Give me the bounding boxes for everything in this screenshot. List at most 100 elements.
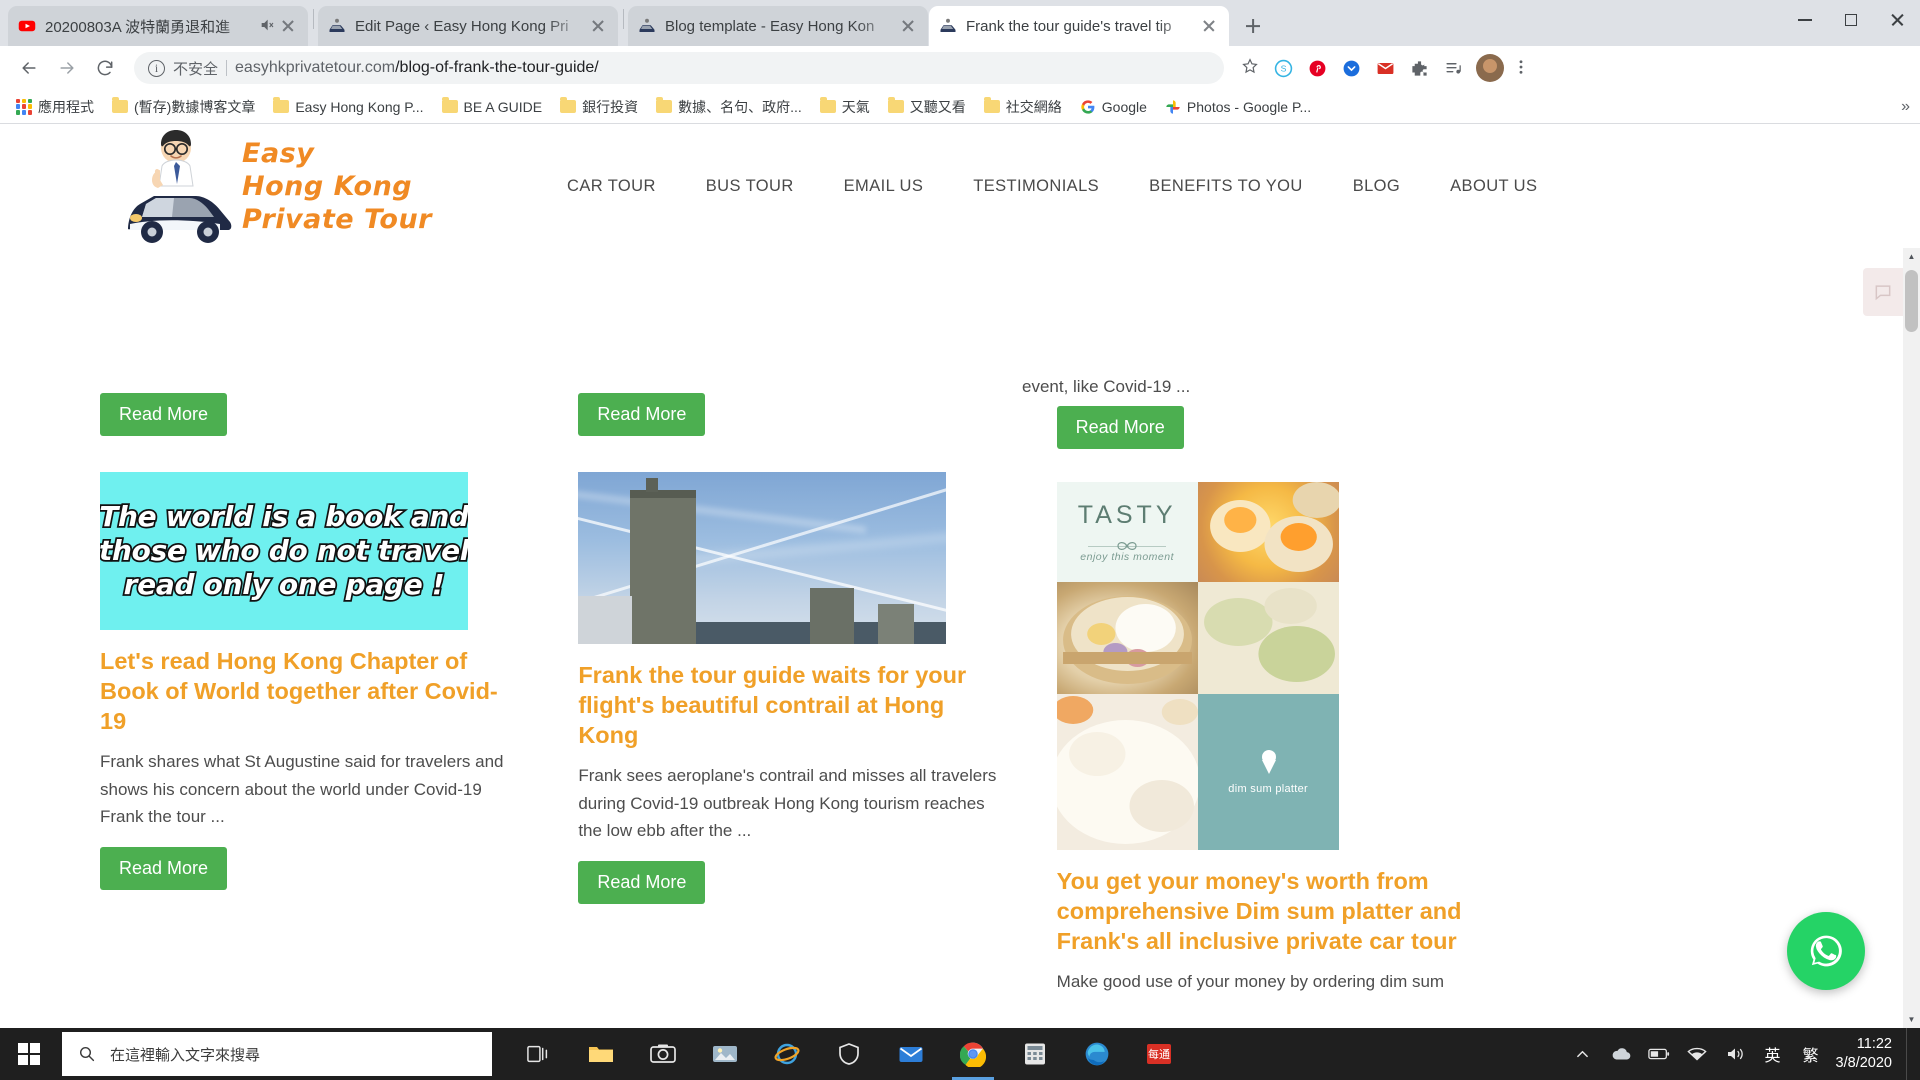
tab-close-icon[interactable] [898, 16, 918, 36]
site-logo[interactable]: Easy Hong Kong Private Tour [120, 126, 432, 246]
volume-icon[interactable] [1716, 1028, 1754, 1080]
tab-mute-icon[interactable] [258, 17, 276, 36]
side-widget-tab[interactable] [1863, 268, 1903, 316]
bookmark-item[interactable]: BE A GUIDE [434, 95, 551, 119]
post-thumbnail-quote-graphic[interactable]: The world is a book and those who do not… [100, 472, 468, 630]
post-title[interactable]: Let's read Hong Kong Chapter of Book of … [100, 646, 523, 736]
puzzle-extension-icon[interactable] [1404, 53, 1434, 83]
page-scrollbar[interactable]: ▲ ▼ [1903, 248, 1920, 1028]
bookmark-item[interactable]: 又聽又看 [880, 93, 974, 121]
read-more-button[interactable]: Read More [100, 393, 228, 436]
post-title[interactable]: You get your money's worth from comprehe… [1057, 866, 1480, 956]
logo-line-3: Private Tour [242, 203, 432, 235]
whatsapp-fab-button[interactable] [1787, 912, 1865, 990]
avatar[interactable] [1476, 54, 1504, 82]
nav-item-blog[interactable]: BLOG [1328, 177, 1425, 196]
chrome-icon[interactable] [942, 1028, 1004, 1080]
windows-defender-icon[interactable] [818, 1028, 880, 1080]
edge-icon[interactable] [1066, 1028, 1128, 1080]
tab-separator [623, 9, 624, 29]
taskbar-search-input[interactable]: 在這裡輸入文字來搜尋 [62, 1032, 492, 1076]
bookmark-apps[interactable]: 應用程式 [8, 93, 102, 121]
camera-icon[interactable] [632, 1028, 694, 1080]
browser-tab-3[interactable]: Blog template - Easy Hong Kon [628, 6, 928, 46]
pocket-icon[interactable] [1336, 53, 1366, 83]
logo-line-2: Hong Kong [242, 170, 413, 202]
nav-item-car-tour[interactable]: CAR TOUR [542, 177, 681, 196]
windows-start-icon[interactable] [0, 1028, 58, 1080]
tab-close-icon[interactable] [1199, 16, 1219, 36]
maximize-icon[interactable] [1828, 0, 1874, 40]
scrollbar-thumb[interactable] [1905, 270, 1918, 332]
bookmark-label: 社交網絡 [1005, 98, 1062, 115]
back-arrow-icon[interactable] [12, 51, 46, 85]
ime-language-indicator[interactable]: 英 [1754, 1028, 1792, 1080]
star-icon[interactable] [1236, 57, 1264, 80]
calculator-icon[interactable] [1004, 1028, 1066, 1080]
show-desktop-button[interactable] [1906, 1028, 1914, 1080]
network-icon[interactable] [1678, 1028, 1716, 1080]
taskbar-clock[interactable]: 11:22 3/8/2020 [1830, 1035, 1906, 1073]
battery-icon[interactable] [1640, 1028, 1678, 1080]
pinterest-icon[interactable] [1302, 53, 1332, 83]
browser-toolbar: i 不安全 easyhkprivatetour.com/blog-of-fran… [0, 46, 1920, 90]
browser-tab-1[interactable]: 20200803A 波特蘭勇退和進 [8, 6, 308, 46]
folder-icon [112, 97, 128, 113]
post-thumbnail-dimsum-collage[interactable]: TASTY enjoy this moment dim sum platter [1056, 482, 1339, 850]
tab-close-icon[interactable] [278, 16, 298, 36]
mail-icon[interactable] [880, 1028, 942, 1080]
collage-dumpling-cell [1197, 482, 1339, 582]
folder-icon [819, 97, 836, 113]
address-bar[interactable]: i 不安全 easyhkprivatetour.com/blog-of-fran… [134, 52, 1224, 84]
bookmark-item[interactable]: 數據、名句、政府... [648, 93, 810, 121]
new-tab-button[interactable] [1238, 11, 1268, 41]
post-title[interactable]: Frank the tour guide waits for your flig… [578, 660, 1001, 750]
internet-explorer-icon[interactable] [756, 1028, 818, 1080]
clock-date: 3/8/2020 [1835, 1055, 1892, 1071]
bookmark-google-photos[interactable]: Photos - Google P... [1157, 95, 1319, 119]
skype-icon[interactable]: S [1268, 53, 1298, 83]
ime-mode-indicator[interactable]: 繁 [1792, 1028, 1830, 1080]
bookmarks-overflow-icon[interactable]: » [1901, 98, 1910, 116]
photos-icon[interactable] [694, 1028, 756, 1080]
info-circle-icon[interactable]: i [148, 59, 165, 77]
bookmark-item[interactable]: 銀行投資 [552, 93, 646, 121]
bookmark-google[interactable]: Google [1072, 95, 1155, 119]
site-icon [939, 17, 957, 35]
reload-icon[interactable] [88, 51, 122, 85]
music-list-icon[interactable] [1438, 53, 1468, 83]
show-hidden-icons-icon[interactable] [1564, 1028, 1602, 1080]
read-more-button[interactable]: Read More [100, 846, 228, 890]
browser-tab-2[interactable]: Edit Page ‹ Easy Hong Kong Pri [318, 6, 618, 46]
three-dot-menu-icon[interactable] [1508, 58, 1534, 79]
forward-arrow-icon[interactable] [50, 51, 84, 85]
task-view-icon[interactable] [508, 1028, 570, 1080]
gmail-icon[interactable] [1370, 53, 1400, 83]
news-app-icon[interactable]: 每通 [1128, 1028, 1190, 1080]
bookmark-label: 數據、名句、政府... [678, 98, 802, 115]
bookmark-item[interactable]: Easy Hong Kong P... [265, 95, 431, 119]
blog-column-2: Read More Frank the tour guide waits for… [578, 248, 1001, 996]
read-more-button[interactable]: Read More [578, 393, 706, 436]
nav-item-email-us[interactable]: EMAIL US [819, 177, 949, 196]
read-more-button[interactable]: Read More [1056, 406, 1184, 449]
file-explorer-icon[interactable] [570, 1028, 632, 1080]
nav-item-benefits-to-you[interactable]: BENEFITS TO YOU [1124, 177, 1328, 196]
scroll-down-arrow-icon[interactable]: ▼ [1903, 1011, 1920, 1028]
close-icon[interactable] [1874, 0, 1920, 40]
minimize-icon[interactable] [1782, 0, 1828, 40]
bookmark-item[interactable]: (暫存)數據博客文章 [104, 93, 263, 121]
nav-item-testimonials[interactable]: TESTIMONIALS [948, 177, 1124, 196]
browser-tab-4-active[interactable]: Frank the tour guide's travel tip [929, 6, 1229, 46]
onedrive-icon[interactable] [1602, 1028, 1640, 1080]
post-thumbnail-sky-photo[interactable] [578, 472, 947, 644]
nav-item-bus-tour[interactable]: BUS TOUR [681, 177, 819, 196]
read-more-button[interactable]: Read More [578, 860, 706, 904]
whatsapp-icon [1810, 935, 1842, 967]
scroll-up-arrow-icon[interactable]: ▲ [1903, 248, 1920, 265]
tab-close-icon[interactable] [588, 16, 608, 36]
collage-caption-cell: dim sum platter [1197, 694, 1339, 850]
bookmark-item[interactable]: 天氣 [812, 93, 878, 121]
bookmark-item[interactable]: 社交網絡 [976, 93, 1070, 121]
nav-item-about-us[interactable]: ABOUT US [1425, 177, 1562, 196]
